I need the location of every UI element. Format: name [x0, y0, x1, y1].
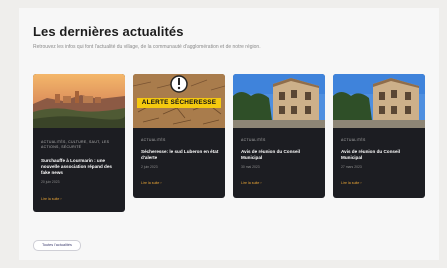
card-title[interactable]: Avis de réunion du Conseil Municipal [341, 149, 419, 161]
card-date: 30 mai 2023 [241, 165, 260, 169]
news-card[interactable]: ACTUALITÉS, CULTURE, SAUT, LES ACTIONS, … [33, 74, 125, 212]
arrow-right-icon: › [160, 181, 162, 185]
read-more-label: Lire la suite [341, 181, 360, 185]
card-category: ACTUALITÉS, CULTURE, SAUT, LES ACTIONS, … [41, 140, 110, 149]
read-more-link[interactable]: Lire la suite › [141, 181, 162, 185]
arrow-right-icon: › [60, 197, 62, 201]
all-news-button[interactable]: Toutes l'actualités [33, 240, 81, 251]
read-more-link[interactable]: Lire la suite › [241, 181, 262, 185]
read-more-link[interactable]: Lire la suite › [341, 181, 362, 185]
arrow-right-icon: › [260, 181, 262, 185]
card-image-drought: ALERTE SÉCHERESSE [133, 74, 225, 128]
card-title[interactable]: Sécheresse: le sud Luberon en état d'ale… [141, 149, 219, 161]
card-image-village [33, 74, 125, 128]
card-title[interactable]: Avis de réunion du Conseil Municipal [241, 149, 319, 161]
alert-label: ALERTE SÉCHERESSE [137, 98, 221, 108]
arrow-right-icon: › [360, 181, 362, 185]
section-title: Les dernières actualités [33, 24, 184, 39]
card-date: 27 mars 2023 [341, 165, 362, 169]
news-card[interactable]: ALERTE SÉCHERESSE ACTUALITÉS Sécheresse:… [133, 74, 225, 198]
news-card[interactable]: ACTUALITÉS Avis de réunion du Conseil Mu… [333, 74, 425, 198]
card-image-town-hall [233, 74, 325, 128]
card-category: ACTUALITÉS [241, 138, 266, 142]
card-category: ACTUALITÉS [341, 138, 366, 142]
read-more-link[interactable]: Lire la suite › [41, 197, 62, 201]
read-more-label: Lire la suite [241, 181, 260, 185]
news-card[interactable]: ACTUALITÉS Avis de réunion du Conseil Mu… [233, 74, 325, 198]
section-intro: Retrouvez les infos qui font l'actualité… [33, 44, 261, 50]
card-date: 2 juin 2023 [141, 165, 158, 169]
read-more-label: Lire la suite [41, 197, 60, 201]
card-category: ACTUALITÉS [141, 138, 166, 142]
card-date: 20 juin 2023 [41, 180, 60, 184]
read-more-label: Lire la suite [141, 181, 160, 185]
card-image-town-hall [333, 74, 425, 128]
card-title[interactable]: Surchauffe à Lourmarin : une nouvelle as… [41, 158, 119, 176]
